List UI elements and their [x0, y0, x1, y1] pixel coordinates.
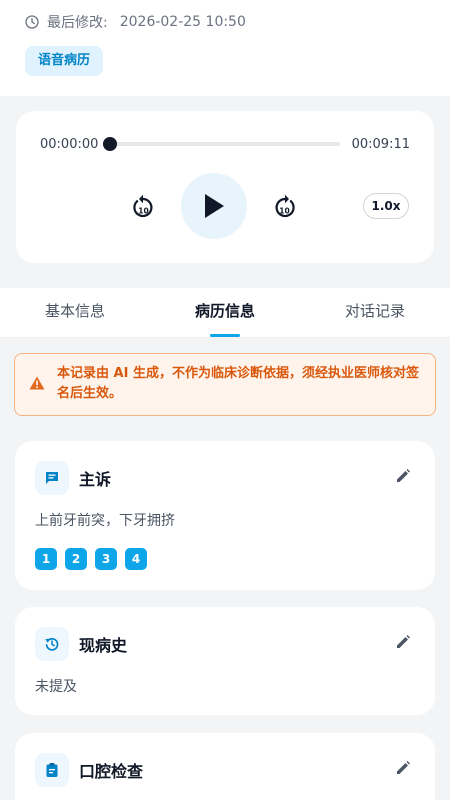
progress-track[interactable]	[103, 137, 340, 151]
audio-player: 00:00:00 00:09:11 10 10 1.0x	[16, 111, 434, 263]
current-time: 00:00:00	[40, 136, 99, 152]
last-modified-value: 2026-02-25 10:50	[119, 14, 246, 30]
chat-icon	[35, 461, 69, 495]
reference-badge[interactable]: 4	[125, 548, 147, 570]
rewind-10-icon[interactable]: 10	[130, 191, 156, 219]
forward-10-icon[interactable]: 10	[272, 191, 298, 219]
total-time: 00:09:11	[351, 136, 410, 152]
section-title: 现病史	[79, 636, 128, 655]
reference-badge[interactable]: 1	[35, 548, 57, 570]
section-content: 上前牙前突，下牙拥挤	[35, 513, 175, 529]
section-title: 主诉	[79, 470, 112, 489]
tab-basic-info[interactable]: 基本信息	[0, 288, 150, 337]
tab-record-info[interactable]: 病历信息	[150, 288, 300, 337]
reference-badge[interactable]: 2	[65, 548, 87, 570]
reference-badge[interactable]: 3	[95, 548, 117, 570]
section-content: 未提及	[35, 679, 77, 695]
edit-icon[interactable]	[395, 468, 411, 484]
reference-badges: 1 2 3 4	[35, 548, 415, 570]
edit-icon[interactable]	[395, 760, 411, 776]
record-header: 最后修改: 2026-02-25 10:50 语音病历	[0, 0, 450, 96]
speed-button[interactable]: 1.0x	[363, 193, 409, 219]
section-header: 主诉	[35, 461, 415, 495]
clipboard-icon	[35, 753, 69, 787]
tab-conversation[interactable]: 对话记录	[300, 288, 450, 337]
progress-row: 00:00:00 00:09:11	[40, 111, 410, 167]
player-section: 00:00:00 00:09:11 10 10 1.0x	[0, 96, 450, 384]
progress-knob[interactable]	[103, 137, 118, 151]
history-icon	[35, 627, 69, 661]
play-icon	[205, 194, 224, 218]
section-present-illness: 现病史 未提及	[15, 607, 435, 715]
warning-icon	[29, 376, 45, 390]
ai-disclaimer-text: 本记录由 AI 生成，不作为临床诊断依据，须经执业医师核对签名后生效。	[57, 366, 419, 401]
rewind-seconds: 10	[138, 207, 148, 216]
section-header: 现病史	[35, 627, 415, 661]
section-chief-complaint: 主诉 上前牙前突，下牙拥挤 1 2 3 4	[15, 441, 435, 590]
section-title: 口腔检查	[79, 762, 144, 781]
tab-bar: 基本信息 病历信息 对话记录	[0, 288, 450, 338]
ai-disclaimer-banner: 本记录由 AI 生成，不作为临床诊断依据，须经执业医师核对签名后生效。	[14, 353, 436, 416]
section-header: 口腔检查	[35, 753, 415, 787]
section-oral-exam: 口腔检查	[15, 733, 435, 800]
last-modified: 最后修改: 2026-02-25 10:50	[25, 12, 425, 32]
forward-seconds: 10	[279, 207, 289, 216]
edit-icon[interactable]	[395, 634, 411, 650]
playback-controls: 10 10 1.0x	[16, 173, 434, 239]
clock-icon	[25, 15, 39, 29]
record-type-tag: 语音病历	[25, 46, 104, 76]
last-modified-label: 最后修改:	[47, 15, 108, 31]
play-button[interactable]	[181, 173, 247, 239]
